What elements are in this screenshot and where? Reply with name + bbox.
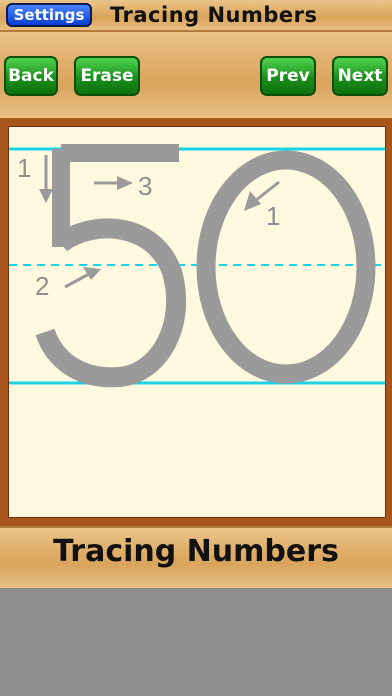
- toolbar: Back Erase Prev Next: [0, 32, 392, 118]
- stroke-number-1: 1: [17, 153, 31, 183]
- app-title: Tracing Numbers: [110, 3, 318, 27]
- settings-button[interactable]: Settings: [6, 3, 92, 27]
- arrow-down-icon: [39, 155, 53, 203]
- tracing-worksheet: 1 2 3 1: [9, 144, 385, 388]
- stroke-number-3: 3: [138, 171, 152, 201]
- empty-area: [0, 588, 392, 696]
- top-bar: Settings Tracing Numbers: [0, 0, 392, 32]
- tracing-canvas[interactable]: 1 2 3 1: [8, 126, 386, 518]
- arrow-right-icon: [94, 176, 133, 190]
- stroke-number-zero-1: 1: [266, 201, 280, 231]
- erase-button[interactable]: Erase: [74, 56, 140, 96]
- bottom-bar: Tracing Numbers: [0, 526, 392, 590]
- prev-button[interactable]: Prev: [260, 56, 316, 96]
- back-button[interactable]: Back: [4, 56, 58, 96]
- next-button[interactable]: Next: [332, 56, 388, 96]
- digit-0: [196, 150, 376, 384]
- footer-title: Tracing Numbers: [53, 534, 339, 569]
- stroke-number-2: 2: [35, 271, 49, 301]
- tracing-frame: 1 2 3 1: [0, 118, 392, 526]
- arrow-diagonal-up-right-icon: [64, 267, 101, 289]
